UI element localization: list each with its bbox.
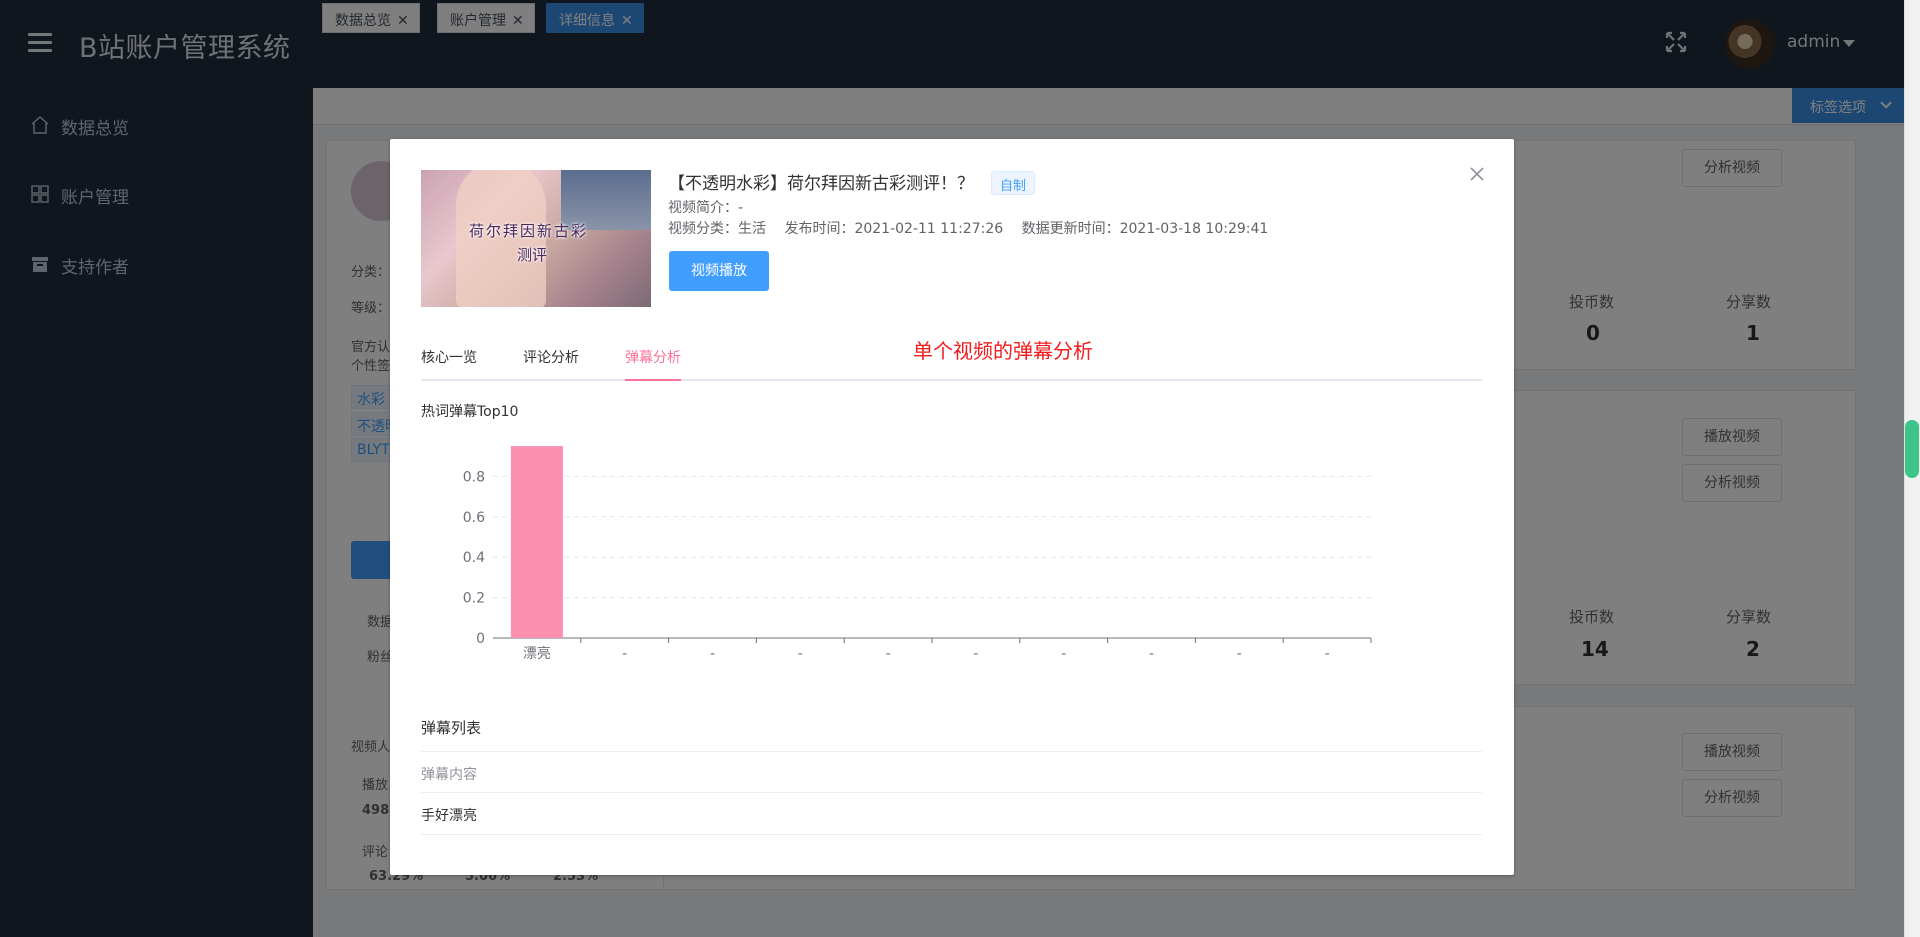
y-tick-label: 0.4 <box>463 550 485 566</box>
video-intro: 视频简介：- <box>668 200 744 216</box>
x-tick-label: - <box>973 646 978 662</box>
danmaku-table-header: 弹幕内容 <box>421 751 1482 793</box>
video-thumbnail: 荷尔拜因新古彩 测评 <box>421 170 651 307</box>
video-analysis-dialog: 荷尔拜因新古彩 测评 【不透明水彩】荷尔拜因新古彩测评！？ 自制 视频简介：- … <box>390 139 1514 875</box>
x-tick-label: - <box>798 646 803 662</box>
x-tick-label: - <box>1061 646 1066 662</box>
play-video-button[interactable]: 视频播放 <box>669 251 769 291</box>
y-tick-label: 0.2 <box>463 591 485 607</box>
table-row: 手好漂亮 <box>421 793 1482 835</box>
video-meta: 视频分类：生活 发布时间：2021-02-11 11:27:26 数据更新时间：… <box>668 218 1282 238</box>
self-made-badge: 自制 <box>991 171 1036 195</box>
x-tick-label: - <box>1325 646 1330 662</box>
publish-time: 发布时间：2021-02-11 11:27:26 <box>784 221 1004 237</box>
x-tick-label: - <box>1237 646 1242 662</box>
video-title: 【不透明水彩】荷尔拜因新古彩测评！？ <box>668 174 974 194</box>
x-tick-label: - <box>622 646 627 662</box>
y-tick-label: 0 <box>476 631 485 647</box>
danmaku-list-title: 弹幕列表 <box>421 719 482 737</box>
tab-core-overview[interactable]: 核心一览 <box>421 347 477 379</box>
x-tick-label: - <box>1149 646 1154 662</box>
tab-danmaku-analysis[interactable]: 弹幕分析 <box>625 347 681 381</box>
x-tick-label: - <box>710 646 715 662</box>
y-tick-label: 0.8 <box>463 469 485 485</box>
video-category: 视频分类：生活 <box>668 221 766 237</box>
y-tick-label: 0.6 <box>463 510 485 526</box>
scrollbar-thumb[interactable] <box>1905 420 1919 478</box>
close-icon[interactable] <box>1467 164 1487 184</box>
hotwords-bar-chart: 0 0.2 0.4 0.6 0.8 漂亮 - - - - - - - - - <box>463 446 1372 662</box>
x-tick-label: 漂亮 <box>523 645 551 662</box>
thumbnail-text: 荷尔拜因新古彩 <box>469 222 589 240</box>
chart-bar <box>510 446 563 638</box>
update-time: 数据更新时间：2021-03-18 10:29:41 <box>1021 221 1269 237</box>
x-tick-label: - <box>886 646 891 662</box>
annotation-text: 单个视频的弹幕分析 <box>913 339 1093 363</box>
tab-comment-analysis[interactable]: 评论分析 <box>523 347 579 379</box>
thumbnail-text: 测评 <box>517 246 548 264</box>
